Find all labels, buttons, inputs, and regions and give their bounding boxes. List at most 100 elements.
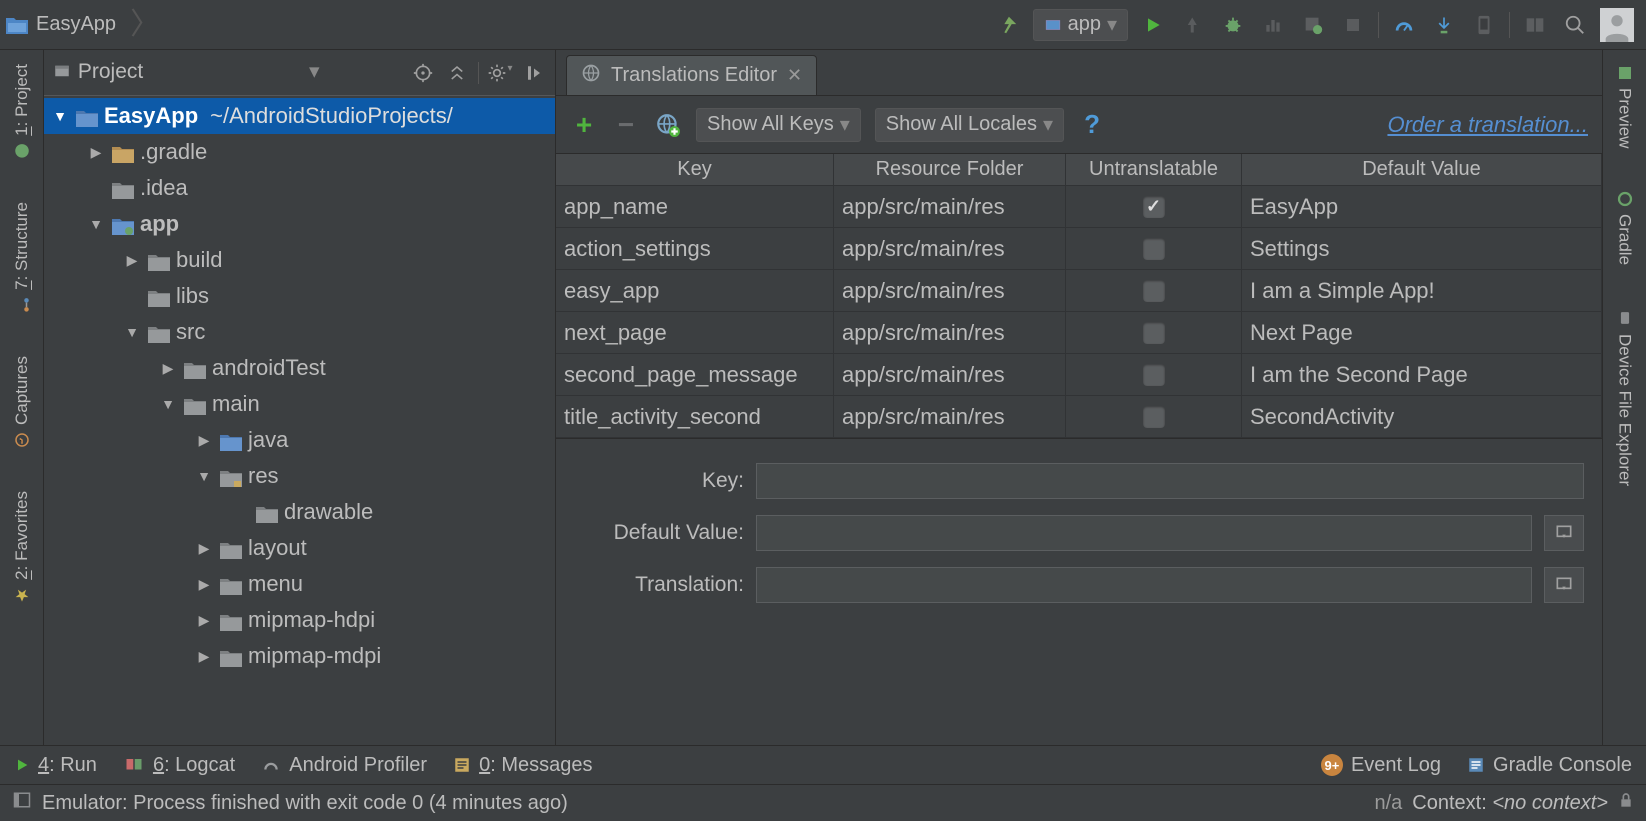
cell-untranslatable[interactable] — [1066, 354, 1242, 395]
tree-node[interactable]: ▶mipmap-hdpi — [44, 602, 555, 638]
stop-icon[interactable] — [1338, 10, 1368, 40]
tree-node[interactable]: ▶java — [44, 422, 555, 458]
rail-item-2-favorites[interactable]: 2: Favorites — [10, 485, 34, 610]
run-tool-window[interactable]: 4: Run — [14, 754, 97, 777]
status-context[interactable]: Context: <no context> — [1412, 792, 1608, 815]
open-editor-icon[interactable] — [1544, 567, 1584, 603]
cell-folder[interactable]: app/src/main/res — [834, 228, 1066, 269]
checkbox[interactable] — [1143, 322, 1165, 344]
tree-node[interactable]: ▶androidTest — [44, 350, 555, 386]
event-log-tool-window[interactable]: 9+ Event Log — [1321, 754, 1441, 777]
twisty-icon[interactable]: ▶ — [158, 360, 178, 377]
rail-item-gradle[interactable]: Gradle — [1613, 184, 1637, 271]
table-row[interactable]: title_activity_secondapp/src/main/res Sec… — [556, 396, 1602, 438]
cell-untranslatable[interactable] — [1066, 186, 1242, 227]
rail-item-1-project[interactable]: 1: Project — [10, 58, 34, 166]
rail-item-captures[interactable]: Captures — [10, 350, 34, 455]
tree-node[interactable]: ▶layout — [44, 530, 555, 566]
collapse-all-icon[interactable] — [444, 64, 470, 82]
cell-default[interactable]: Next Page — [1242, 312, 1602, 353]
tree-node[interactable]: libs — [44, 278, 555, 314]
rail-item-7-structure[interactable]: 7: Structure — [10, 196, 34, 320]
locate-icon[interactable] — [410, 63, 436, 83]
user-avatar[interactable] — [1600, 8, 1634, 42]
remove-key-icon[interactable]: − — [612, 111, 640, 139]
gear-icon[interactable]: ▾ — [487, 63, 513, 83]
globe-add-icon[interactable] — [654, 111, 682, 139]
run-configuration-selector[interactable]: app ▾ — [1033, 9, 1128, 41]
cell-folder[interactable]: app/src/main/res — [834, 186, 1066, 227]
tree-node[interactable]: ▼EasyApp~/AndroidStudioProjects/ — [44, 98, 555, 134]
twisty-icon[interactable]: ▶ — [194, 648, 214, 665]
profile-icon[interactable] — [1258, 10, 1288, 40]
tree-node[interactable]: ▼res — [44, 458, 555, 494]
layout-icon[interactable] — [1520, 10, 1550, 40]
help-icon[interactable]: ? — [1078, 111, 1106, 139]
twisty-icon[interactable]: ▶ — [194, 612, 214, 629]
table-row[interactable]: action_settingsapp/src/main/resSettings — [556, 228, 1602, 270]
cell-key[interactable]: action_settings — [556, 228, 834, 269]
debug-icon[interactable] — [1218, 10, 1248, 40]
table-row[interactable]: next_pageapp/src/main/res Next Page — [556, 312, 1602, 354]
tree-node[interactable]: ▶.gradle — [44, 134, 555, 170]
cell-folder[interactable]: app/src/main/res — [834, 270, 1066, 311]
twisty-icon[interactable]: ▼ — [194, 468, 214, 484]
close-icon[interactable]: ✕ — [787, 65, 802, 86]
detail-key-input[interactable] — [756, 463, 1584, 499]
col-key[interactable]: Key — [556, 154, 834, 185]
tree-node[interactable]: .idea — [44, 170, 555, 206]
twisty-icon[interactable]: ▼ — [50, 108, 70, 124]
twisty-icon[interactable]: ▶ — [86, 144, 106, 161]
search-icon[interactable] — [1560, 10, 1590, 40]
lock-icon[interactable] — [1618, 790, 1634, 816]
tree-node[interactable]: drawable — [44, 494, 555, 530]
rail-item-device-file-explorer[interactable]: Device File Explorer — [1613, 302, 1637, 492]
hide-icon[interactable] — [521, 63, 547, 83]
apply-changes-icon[interactable] — [1178, 10, 1208, 40]
col-default-value[interactable]: Default Value — [1242, 154, 1602, 185]
checkbox[interactable] — [1143, 280, 1165, 302]
open-editor-icon[interactable] — [1544, 515, 1584, 551]
tree-node[interactable]: ▼main — [44, 386, 555, 422]
order-translation-link[interactable]: Order a translation... — [1387, 112, 1588, 138]
cell-key[interactable]: title_activity_second — [556, 396, 834, 437]
avd-manager-icon[interactable] — [1469, 10, 1499, 40]
breadcrumb[interactable]: EasyApp 〉 — [6, 10, 160, 40]
cell-default[interactable]: I am the Second Page — [1242, 354, 1602, 395]
col-untranslatable[interactable]: Untranslatable — [1066, 154, 1242, 185]
checkbox[interactable] — [1143, 196, 1165, 218]
attach-debugger-icon[interactable] — [1298, 10, 1328, 40]
table-row[interactable]: app_nameapp/src/main/res EasyApp — [556, 186, 1602, 228]
make-project-icon[interactable] — [993, 10, 1023, 40]
col-resource-folder[interactable]: Resource Folder — [834, 154, 1066, 185]
twisty-icon[interactable]: ▶ — [194, 576, 214, 593]
cell-folder[interactable]: app/src/main/res — [834, 354, 1066, 395]
cell-default[interactable]: SecondActivity — [1242, 396, 1602, 437]
cell-key[interactable]: app_name — [556, 186, 834, 227]
twisty-icon[interactable]: ▶ — [194, 432, 214, 449]
gauge-icon[interactable] — [1389, 10, 1419, 40]
logcat-tool-window[interactable]: 6: Logcat — [123, 754, 235, 777]
cell-untranslatable[interactable] — [1066, 312, 1242, 353]
tree-node[interactable]: ▶menu — [44, 566, 555, 602]
cell-default[interactable]: I am a Simple App! — [1242, 270, 1602, 311]
add-key-icon[interactable]: + — [570, 111, 598, 139]
cell-default[interactable]: EasyApp — [1242, 186, 1602, 227]
twisty-icon[interactable]: ▶ — [194, 540, 214, 557]
table-row[interactable]: second_page_messageapp/src/main/res I am … — [556, 354, 1602, 396]
twisty-icon[interactable]: ▼ — [122, 324, 142, 340]
tree-node[interactable]: ▼app — [44, 206, 555, 242]
cell-key[interactable]: second_page_message — [556, 354, 834, 395]
detail-default-input[interactable] — [756, 515, 1532, 551]
cell-folder[interactable]: app/src/main/res — [834, 396, 1066, 437]
gradle-console-tool-window[interactable]: Gradle Console — [1467, 754, 1632, 777]
cell-folder[interactable]: app/src/main/res — [834, 312, 1066, 353]
checkbox[interactable] — [1143, 364, 1165, 386]
twisty-icon[interactable]: ▼ — [86, 216, 106, 232]
rail-item-preview[interactable]: Preview — [1613, 58, 1637, 154]
tree-node[interactable]: ▶build — [44, 242, 555, 278]
cell-untranslatable[interactable] — [1066, 270, 1242, 311]
keys-filter-dropdown[interactable]: Show All Keys ▾ — [696, 108, 861, 142]
project-view-selector[interactable]: Project ▾ — [52, 59, 402, 86]
cell-key[interactable]: next_page — [556, 312, 834, 353]
